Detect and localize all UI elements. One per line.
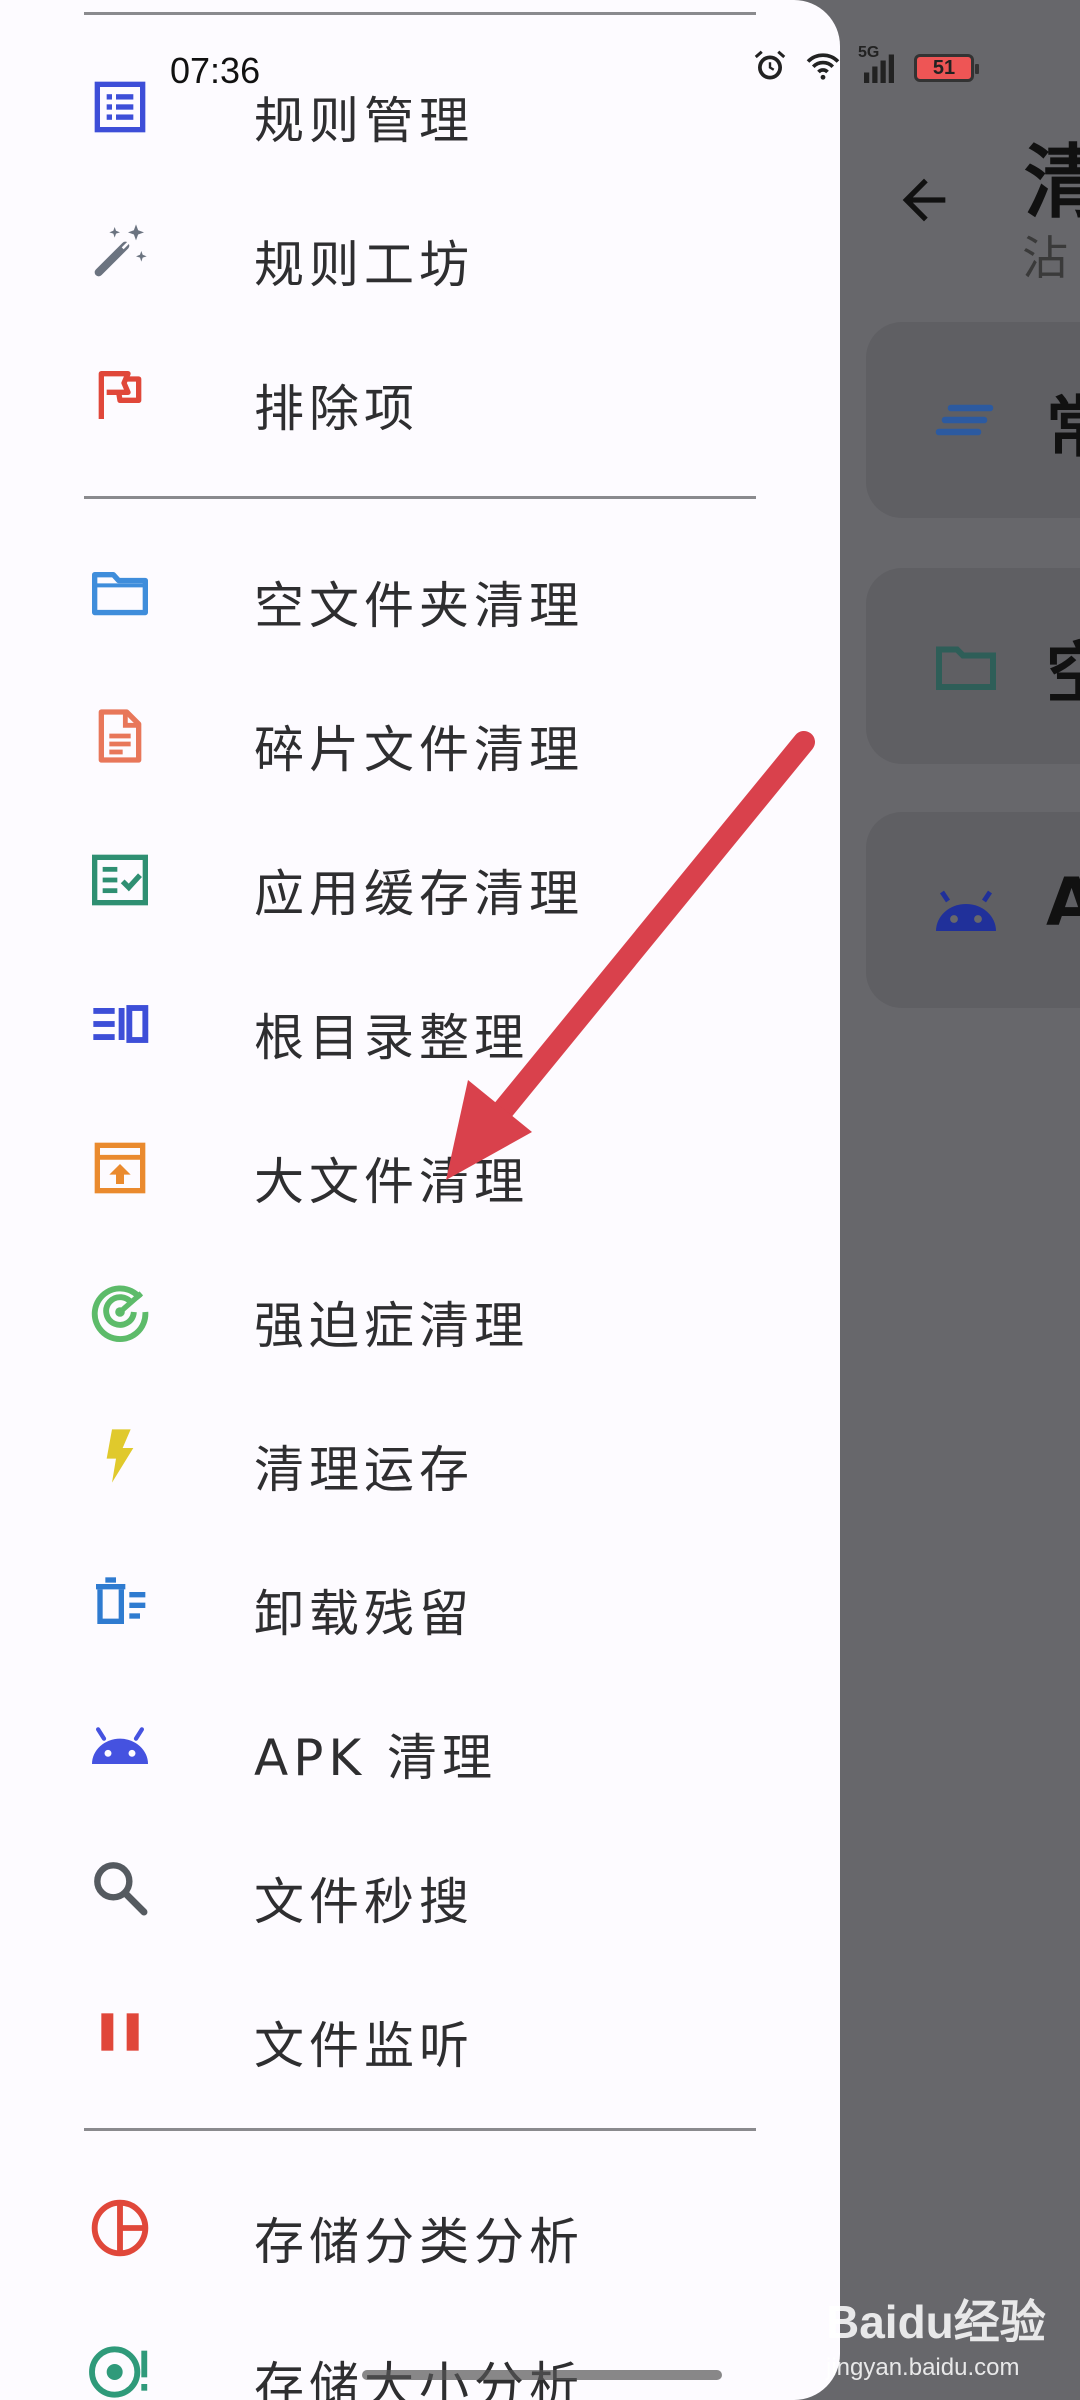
target-icon — [88, 2340, 152, 2400]
background-card-label: A — [1046, 864, 1080, 941]
background-subtitle: 沾 — [1022, 231, 1068, 285]
lines-icon — [930, 384, 1002, 456]
background-card-label: 常 — [1046, 389, 1080, 466]
watermark-sub: jingyan.baidu.com — [826, 2354, 1020, 2381]
battery-level: 51 — [932, 56, 956, 79]
menu-item-label: 空文件夹清理 — [254, 577, 584, 635]
menu-item-app-cache-clean[interactable]: 应用缓存清理 — [0, 808, 840, 952]
menu-item-label: 规则管理 — [254, 92, 474, 150]
android-icon — [88, 1712, 152, 1776]
menu-item-label: APK 清理 — [254, 1729, 498, 1787]
search-icon — [88, 1856, 152, 1920]
menu-item-apk-clean[interactable]: APK 清理 — [0, 1672, 840, 1816]
menu-item-file-monitor[interactable]: 文件监听 — [0, 1960, 840, 2104]
checklist-icon — [88, 848, 152, 912]
cellular-signal-icon: 5G — [858, 44, 900, 86]
background-card-common[interactable]: 常 — [866, 322, 1080, 518]
home-indicator[interactable] — [362, 2370, 722, 2380]
background-card-label: 空 — [1046, 635, 1080, 712]
menu-item-fragment-file-clean[interactable]: 碎片文件清理 — [0, 664, 840, 808]
pause-icon — [88, 2000, 152, 2064]
menu-item-exclusions[interactable]: 排除项 — [0, 323, 840, 467]
menu-item-label: 存储分类分析 — [254, 2213, 584, 2271]
menu-item-root-dir-organize[interactable]: 根目录整理 — [0, 952, 840, 1096]
background-card-empty[interactable]: 空 — [866, 568, 1080, 764]
status-icons: 5G 51 — [752, 44, 979, 88]
menu-item-label: 大文件清理 — [254, 1153, 529, 1211]
folder-icon — [88, 560, 152, 624]
background-card-apk[interactable]: A — [866, 812, 1080, 1008]
android-icon — [930, 874, 1002, 946]
menu-item-label: 强迫症清理 — [254, 1297, 529, 1355]
status-time: 07:36 — [170, 50, 261, 91]
menu-item-label: 根目录整理 — [254, 1009, 529, 1067]
battery-icon: 51 — [914, 54, 979, 82]
trash-list-icon — [88, 1568, 152, 1632]
menu-item-large-file-clean[interactable]: 大文件清理 — [0, 1096, 840, 1240]
menu-item-memory-clean[interactable]: 清理运存 — [0, 1384, 840, 1528]
lightning-icon — [88, 1424, 152, 1488]
menu-item-rule-management[interactable]: 规则管理 — [0, 35, 840, 179]
alarm-icon — [752, 48, 788, 88]
archive-box-icon — [88, 1136, 152, 1200]
menu-item-rule-workshop[interactable]: 规则工坊 — [0, 179, 840, 323]
folder-icon — [930, 630, 1002, 702]
radar-icon — [88, 1280, 152, 1344]
menu-item-storage-category-analysis[interactable]: 存储分类分析 — [0, 2156, 840, 2300]
wifi-icon — [802, 48, 844, 88]
divider — [84, 12, 756, 15]
flag-icon — [88, 363, 152, 427]
list-icon — [88, 75, 152, 139]
divider — [84, 496, 756, 499]
menu-item-label: 应用缓存清理 — [254, 865, 584, 923]
document-icon — [88, 704, 152, 768]
menu-item-label: 规则工坊 — [254, 236, 474, 294]
baidu-watermark: Baidu经验 jingyan.baidu.com — [826, 2286, 1046, 2382]
menu-item-empty-folder-clean[interactable]: 空文件夹清理 — [0, 520, 840, 664]
navigation-drawer[interactable]: 规则管理 规则工坊 排除项 空文件夹清理 碎片文件清理 应用缓存清理 根目录整理… — [0, 0, 840, 2400]
magic-wand-icon — [88, 219, 152, 283]
menu-item-label: 碎片文件清理 — [254, 721, 584, 779]
arrow-left-icon[interactable] — [892, 168, 956, 232]
menu-item-label: 卸载残留 — [254, 1585, 474, 1643]
pie-chart-icon — [88, 2196, 152, 2260]
menu-item-file-search[interactable]: 文件秒搜 — [0, 1816, 840, 1960]
root-dir-icon — [88, 992, 152, 1056]
menu-item-label: 文件秒搜 — [254, 1873, 474, 1931]
divider — [84, 2128, 756, 2131]
menu-item-label: 清理运存 — [254, 1441, 474, 1499]
menu-item-storage-size-analysis[interactable]: 存储大小分析 — [0, 2300, 840, 2400]
menu-item-uninstall-residue[interactable]: 卸载残留 — [0, 1528, 840, 1672]
watermark-main: Baidu经验 — [826, 2296, 1046, 2348]
menu-item-label: 文件监听 — [254, 2017, 474, 2075]
menu-item-label: 排除项 — [254, 380, 419, 438]
background-title: 清 — [1024, 136, 1080, 229]
menu-item-ocd-clean[interactable]: 强迫症清理 — [0, 1240, 840, 1384]
